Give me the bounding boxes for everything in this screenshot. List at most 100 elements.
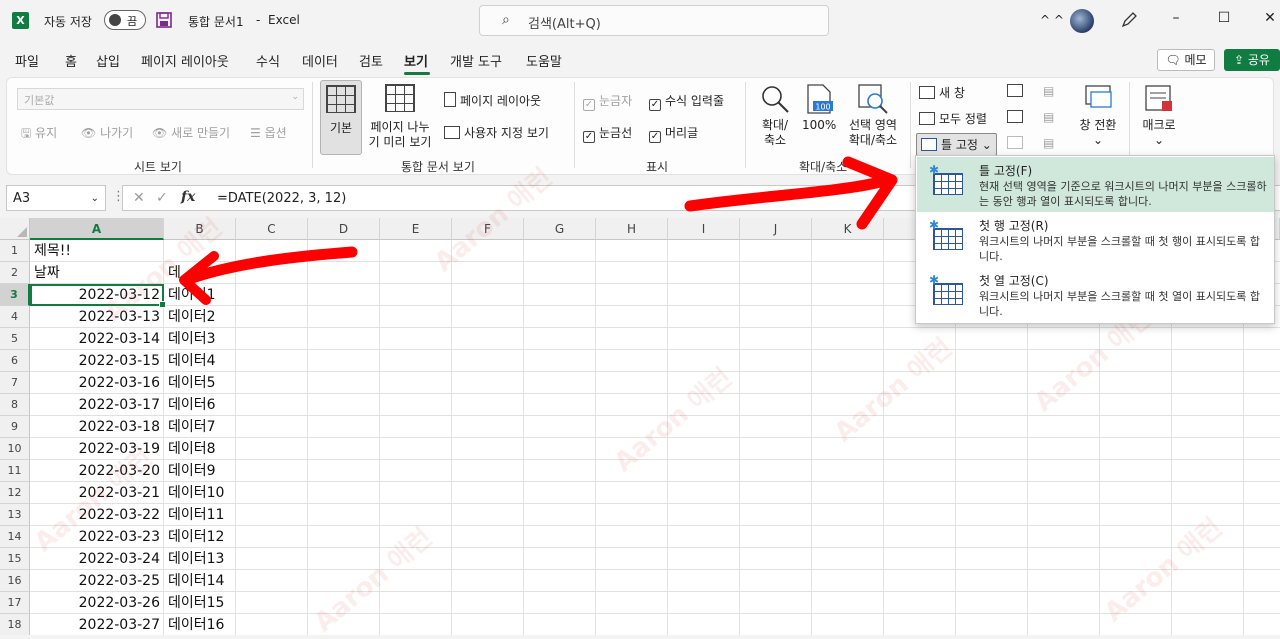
autosave-toggle[interactable]: 끔 — [104, 10, 146, 30]
cell-data-value[interactable]: 데이터13 — [168, 548, 238, 570]
row-header-10[interactable]: 10 — [0, 438, 30, 460]
name-box[interactable]: A3 ⌄ — [6, 185, 106, 211]
headings-checkbox[interactable]: ✓ 머리글 — [649, 124, 698, 143]
cell-data-value[interactable]: 데이터3 — [168, 328, 238, 350]
gridlines-checkbox[interactable]: ✓ 눈금선 — [583, 124, 632, 143]
page-break-preview-button[interactable]: 페이지 나누 기 미리 보기 — [365, 84, 435, 154]
cell-data-value[interactable]: 데이터4 — [168, 350, 238, 372]
share-button[interactable]: ⇪ 공유 — [1224, 49, 1280, 71]
row-header-5[interactable]: 5 — [0, 328, 30, 350]
options-button[interactable]: ☰ 옵션 — [250, 124, 287, 141]
cell-date[interactable]: 2022-03-18 — [30, 416, 164, 438]
unhide-icon[interactable] — [1007, 136, 1027, 150]
select-all-button[interactable] — [0, 218, 30, 240]
memo-button[interactable]: 🗨 메모 — [1157, 49, 1215, 71]
close-icon[interactable]: ✕ — [1260, 10, 1280, 26]
column-header-j[interactable]: J — [740, 218, 812, 240]
column-header-i[interactable]: I — [668, 218, 740, 240]
column-header-e[interactable]: E — [380, 218, 452, 240]
column-header-a[interactable]: A — [30, 218, 164, 240]
cell-date[interactable]: 2022-03-27 — [30, 614, 164, 635]
custom-view-button[interactable]: 사용자 지정 보기 — [444, 124, 549, 141]
maximize-icon[interactable]: ☐ — [1214, 10, 1234, 26]
cell-date[interactable]: 2022-03-21 — [30, 482, 164, 504]
cell-date[interactable]: 2022-03-24 — [30, 548, 164, 570]
reset-position-icon[interactable]: ▤ — [1043, 136, 1054, 150]
sync-scroll-icon[interactable]: ▤ — [1043, 110, 1054, 124]
cell-data-value[interactable]: 데이터2 — [168, 306, 238, 328]
tab-view[interactable]: 보기 — [404, 51, 428, 70]
column-header-g[interactable]: G — [524, 218, 596, 240]
minimize-icon[interactable]: – — [1166, 10, 1186, 26]
freeze-panes-button[interactable]: 틀 고정 ⌄ — [916, 133, 997, 156]
cell-data-value[interactable]: 데이터6 — [168, 394, 238, 416]
avatar[interactable] — [1070, 9, 1094, 33]
cell-data-value[interactable]: 데이터7 — [168, 416, 238, 438]
exit-button[interactable]: 👁 나가기 — [81, 124, 133, 141]
cell-data-value[interactable]: 데이터9 — [168, 460, 238, 482]
cell-data-value[interactable]: 데이터8 — [168, 438, 238, 460]
row-header-3[interactable]: 3 — [0, 284, 30, 306]
column-header-d[interactable]: D — [308, 218, 380, 240]
tab-insert[interactable]: 삽입 — [96, 51, 120, 70]
cell-date[interactable]: 2022-03-19 — [30, 438, 164, 460]
cell-b2[interactable]: 데 — [168, 262, 236, 284]
arrange-all-button[interactable]: 모두 정렬 — [919, 110, 987, 127]
zoom-100-button[interactable]: 100 100% — [802, 84, 836, 154]
pen-icon[interactable] — [1120, 11, 1138, 29]
insert-function-icon[interactable]: fx — [181, 189, 195, 205]
tab-formulas[interactable]: 수식 — [256, 51, 280, 70]
keep-button[interactable]: 🖫 유지 — [21, 124, 57, 145]
row-header-16[interactable]: 16 — [0, 570, 30, 592]
cell-date[interactable]: 2022-03-23 — [30, 526, 164, 548]
freeze-top-row-menu-item[interactable]: ✱ 첫 행 고정(R) 워크시트의 나머지 부분을 스크롤할 때 첫 행이 표시… — [917, 212, 1274, 267]
column-header-f[interactable]: F — [452, 218, 524, 240]
tab-data[interactable]: 데이터 — [302, 51, 338, 70]
row-header-6[interactable]: 6 — [0, 350, 30, 372]
tab-page-layout[interactable]: 페이지 레이아웃 — [141, 51, 229, 70]
row-header-15[interactable]: 15 — [0, 548, 30, 570]
row-header-2[interactable]: 2 — [0, 262, 30, 284]
switch-windows-button[interactable]: 창 전환 ⌄ — [1075, 84, 1121, 154]
cell-data-value[interactable]: 데이터1 — [168, 284, 238, 306]
cell-date[interactable]: 2022-03-14 — [30, 328, 164, 350]
row-header-17[interactable]: 17 — [0, 592, 30, 614]
search-box[interactable]: ⌕ 검색(Alt+Q) — [479, 5, 829, 36]
ribbon-collapse-icon[interactable]: ^ ^ — [1040, 13, 1064, 27]
cell-a2[interactable]: 날짜 — [34, 262, 164, 284]
freeze-panes-menu-item[interactable]: ✱ 틀 고정(F) 현재 선택 영역을 기준으로 워크시트의 나머지 부분을 스… — [917, 157, 1274, 212]
cell-data-value[interactable]: 데이터14 — [168, 570, 238, 592]
hide-icon[interactable] — [1007, 110, 1027, 124]
freeze-first-column-menu-item[interactable]: ✱ 첫 열 고정(C) 워크시트의 나머지 부분을 스크롤할 때 첫 열이 표시… — [917, 267, 1274, 322]
column-header-c[interactable]: C — [236, 218, 308, 240]
row-header-14[interactable]: 14 — [0, 526, 30, 548]
tab-developer[interactable]: 개발 도구 — [450, 51, 502, 70]
cell-data-value[interactable]: 데이터15 — [168, 592, 238, 614]
column-header-k[interactable]: K — [812, 218, 884, 240]
cancel-icon[interactable]: ✕ — [133, 190, 145, 206]
row-header-4[interactable]: 4 — [0, 306, 30, 328]
column-header-b[interactable]: B — [164, 218, 236, 240]
row-header-9[interactable]: 9 — [0, 416, 30, 438]
row-header-7[interactable]: 7 — [0, 372, 30, 394]
cell-date[interactable]: 2022-03-15 — [30, 350, 164, 372]
page-layout-button[interactable]: 페이지 레이아웃 — [444, 92, 541, 109]
cell-date[interactable]: 2022-03-17 — [30, 394, 164, 416]
zoom-button[interactable]: 확대/ 축소 — [755, 84, 795, 154]
cell-data-value[interactable]: 데이터12 — [168, 526, 238, 548]
save-icon[interactable] — [156, 12, 172, 28]
new-window-button[interactable]: 새 창 — [919, 84, 965, 101]
tab-file[interactable]: 파일 — [15, 51, 39, 70]
tab-help[interactable]: 도움말 — [526, 51, 562, 70]
cell-date[interactable]: 2022-03-25 — [30, 570, 164, 592]
cell-data-value[interactable]: 데이터11 — [168, 504, 238, 526]
ruler-checkbox[interactable]: ✓ 눈금자 — [583, 92, 632, 111]
new-view-button[interactable]: 👁 새로 만들기 — [152, 124, 230, 141]
row-header-1[interactable]: 1 — [0, 240, 30, 262]
row-header-12[interactable]: 12 — [0, 482, 30, 504]
macros-button[interactable]: 매크로 ⌄ — [1137, 84, 1181, 154]
tab-home[interactable]: 홈 — [65, 51, 77, 70]
column-header-h[interactable]: H — [596, 218, 668, 240]
row-header-18[interactable]: 18 — [0, 614, 30, 635]
cell-date[interactable]: 2022-03-20 — [30, 460, 164, 482]
